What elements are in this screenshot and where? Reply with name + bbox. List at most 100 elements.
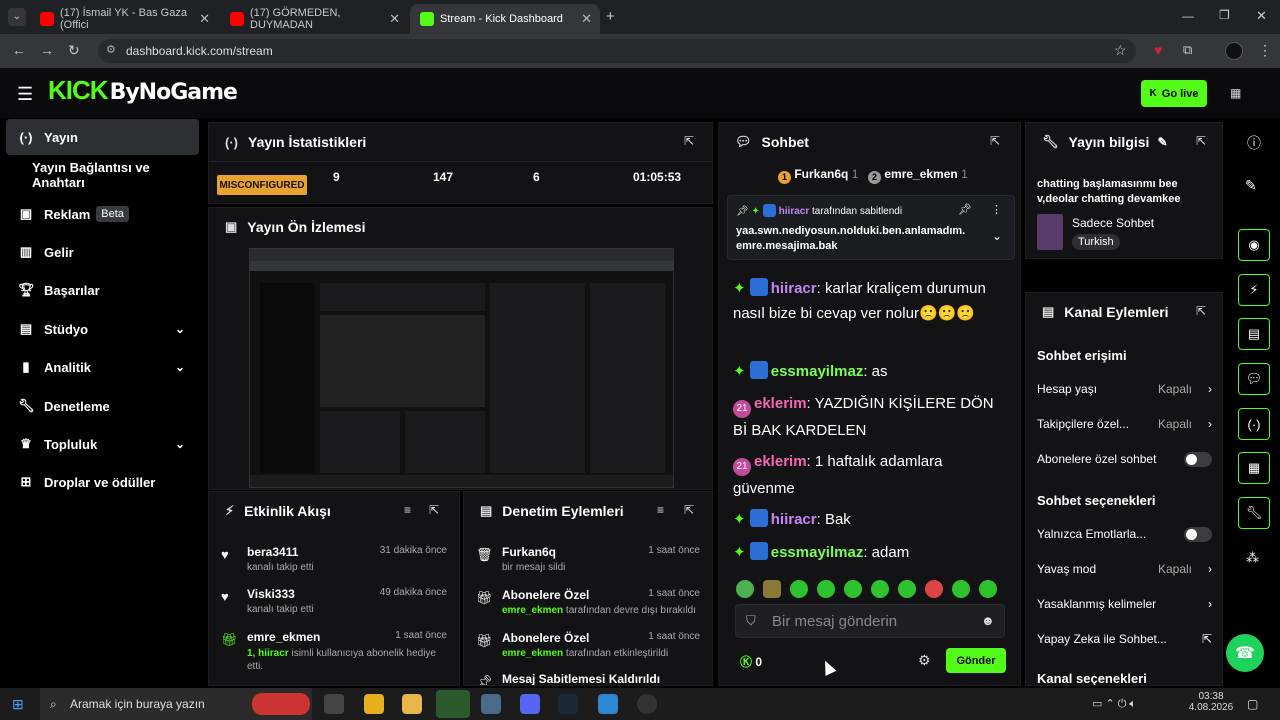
close-icon[interactable]: ✕ (199, 11, 210, 27)
chrome-icon[interactable] (436, 690, 470, 718)
close-icon[interactable]: ✕ (389, 11, 400, 27)
chat-input[interactable]: Bir mesaj gönderin (735, 604, 1005, 638)
notification-icon[interactable]: ▢ (1247, 697, 1258, 711)
edit-pencil-icon[interactable]: ✎ (1157, 135, 1167, 149)
filter-icon[interactable]: ≡ (404, 503, 411, 517)
popout-icon[interactable]: ⇱ (1196, 304, 1206, 318)
minimize-icon[interactable]: — (1182, 9, 1194, 23)
go-live-button[interactable]: K Go live (1141, 80, 1207, 107)
menu-dots-icon[interactable]: ⋮ (1258, 42, 1272, 59)
filter-icon[interactable]: ≡ (657, 503, 664, 517)
task-view-icon[interactable] (324, 694, 344, 714)
channel-logo[interactable]: KICKByNoGame (48, 75, 238, 106)
broadcast-widget-button[interactable]: (·) (1238, 408, 1270, 440)
file-explorer-icon[interactable] (402, 694, 422, 714)
tab-search-icon[interactable]: ⌄ (8, 8, 26, 26)
channel-points[interactable]: Ⓚ 0 (740, 653, 762, 670)
subscribers-only-toggle[interactable] (1184, 452, 1212, 467)
stream-preview-video[interactable] (249, 248, 674, 488)
send-button[interactable]: Gönder (946, 648, 1006, 673)
reload-icon[interactable]: ↻ (68, 42, 80, 59)
chat-widget-button[interactable]: 💬︎ (1238, 363, 1270, 395)
emote-icon[interactable] (925, 580, 943, 598)
actions-widget-button[interactable]: ▦ (1238, 452, 1270, 484)
popout-icon[interactable]: ⇱ (684, 134, 694, 148)
emote-icon[interactable] (763, 580, 781, 598)
chat-settings-gear-icon[interactable]: ⚙ (918, 652, 931, 669)
forward-icon[interactable]: → (40, 42, 54, 58)
extension-icon[interactable]: ♥ (1154, 42, 1162, 58)
popout-icon[interactable]: ⇱ (1196, 134, 1206, 148)
info-icon[interactable]: ⓘ (1247, 133, 1261, 153)
popout-icon[interactable]: ⇱ (990, 134, 1000, 148)
new-tab-icon[interactable]: + (606, 8, 615, 25)
followers-only-row[interactable]: Takipçilere özel... Kapalı › (1037, 417, 1212, 437)
emote-only-toggle[interactable] (1184, 527, 1212, 542)
emoji-picker-icon[interactable]: ☻ (981, 613, 995, 628)
url-field[interactable]: dashboard.kick.com/stream (98, 39, 1136, 63)
tab-youtube-1[interactable]: (17) İsmail YK - Bas Gaza (Offici ✕ (30, 4, 218, 34)
ai-moderation-row[interactable]: Yapay Zeka ile Sohbet... ⇱ (1037, 632, 1212, 652)
activity-widget-button[interactable]: ⚡︎ (1238, 274, 1270, 306)
discord-icon[interactable] (520, 694, 540, 714)
sidebar-item-droplar[interactable]: ⊞ Droplar ve ödüller (6, 464, 199, 500)
emote-icon[interactable] (898, 580, 916, 598)
category-thumbnail[interactable] (1037, 214, 1063, 250)
sidebar-item-studyo[interactable]: ▤ Stüdyo ⌄ (6, 311, 199, 347)
emote-icon[interactable] (844, 580, 862, 598)
sidebar-item-basarilar[interactable]: 🏆︎ Başarılar (6, 272, 199, 308)
window-close-icon[interactable]: ✕ (1256, 8, 1267, 24)
sidebar-item-denetleme[interactable]: 🔧︎ Denetleme (6, 388, 199, 424)
extensions-puzzle-icon[interactable]: ⧉ (1183, 42, 1192, 58)
tray-icons[interactable]: ▭ ⌃ ⏻ 🔈︎ (1092, 697, 1136, 711)
hamburger-menu-icon[interactable]: ☰ (17, 84, 33, 105)
edit-pencil-icon[interactable]: ✎ (1245, 177, 1257, 194)
category-name[interactable]: Sadece Sohbet (1072, 216, 1154, 230)
sidebar-item-analitik[interactable]: ▮ Analitik ⌄ (6, 349, 199, 385)
sidebar-item-stream-key[interactable]: Yayın Bağlantısı ve Anahtarı (6, 157, 199, 193)
info-widget-button[interactable]: 🔧︎ (1238, 497, 1270, 529)
slow-mode-row[interactable]: Yavaş mod Kapalı › (1037, 562, 1212, 582)
profile-avatar[interactable] (1225, 42, 1243, 60)
emote-icon[interactable] (979, 580, 997, 598)
ads-icon: ▣ (19, 206, 33, 221)
emote-icon[interactable] (790, 580, 808, 598)
emote-icon[interactable] (952, 580, 970, 598)
sidebar-item-yayin[interactable]: (·) Yayın (6, 119, 199, 155)
layout-icon[interactable]: ▦ (1230, 86, 1241, 100)
sidebar-item-reklam[interactable]: ▣ Reklam Beta (6, 196, 199, 232)
top-chatter-1[interactable]: 1 Furkan6q 1 (778, 167, 858, 184)
site-info-icon[interactable]: ⚙ (106, 43, 116, 56)
support-chat-icon[interactable]: ☎ (1226, 634, 1264, 672)
more-options-icon[interactable]: ⋮ (991, 203, 1002, 216)
bookmark-star-icon[interactable]: ☆ (1114, 42, 1127, 59)
pinned-message[interactable]: 📌︎ ✦ hiiracr tarafından sabitlendi 📌︎ ⋮ … (727, 195, 1015, 260)
moderation-widget-button[interactable]: ▤ (1238, 318, 1270, 350)
close-icon[interactable]: ✕ (581, 11, 592, 27)
emote-icon[interactable] (736, 580, 754, 598)
app-icon[interactable] (598, 694, 618, 714)
top-chatter-2[interactable]: 2 emre_ekmen 1 (868, 167, 968, 184)
tab-youtube-2[interactable]: (17) GÖRMEDEN, DUYMADAN ✕ (220, 4, 408, 34)
unpin-icon[interactable]: 📌︎ (958, 203, 972, 216)
banned-words-row[interactable]: Yasaklanmış kelimeler › (1037, 597, 1212, 617)
steam-icon[interactable] (558, 694, 578, 714)
account-age-row[interactable]: Hesap yaşı Kapalı › (1037, 382, 1212, 402)
app-icon[interactable] (364, 694, 384, 714)
chevron-down-icon[interactable]: ⌄ (992, 229, 1002, 243)
popout-icon[interactable]: ⇱ (684, 503, 694, 517)
back-icon[interactable]: ← (12, 42, 26, 58)
emote-icon[interactable] (817, 580, 835, 598)
windows-start-icon[interactable]: ⊞ (12, 696, 24, 713)
sidebar-item-topluluk[interactable]: ♛ Topluluk ⌄ (6, 426, 199, 462)
clock[interactable]: 03:38 4.08.2026 (1186, 691, 1236, 713)
obs-icon[interactable] (637, 694, 657, 714)
tab-kick-dashboard[interactable]: Stream - Kick Dashboard ✕ (410, 4, 600, 34)
emote-icon[interactable] (871, 580, 889, 598)
more-widgets-icon[interactable]: ⁂ (1246, 550, 1259, 566)
popout-icon[interactable]: ⇱ (429, 503, 439, 517)
app-icon[interactable] (481, 694, 501, 714)
maximize-icon[interactable]: ❐ (1219, 8, 1230, 22)
sidebar-item-gelir[interactable]: ▥ Gelir (6, 234, 199, 270)
camera-widget-button[interactable]: ◉ (1238, 229, 1270, 261)
